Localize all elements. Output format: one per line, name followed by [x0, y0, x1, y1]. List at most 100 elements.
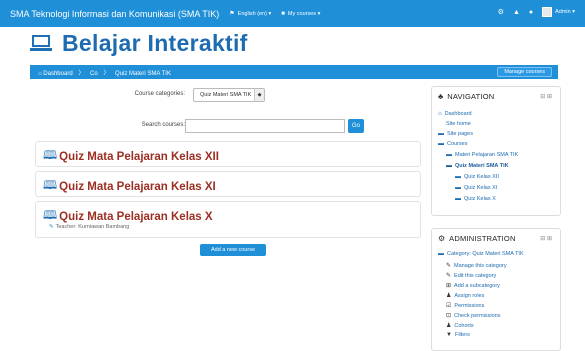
teacher-name[interactable]: Teacher: Kurniawan Bambang: [56, 224, 130, 230]
nav-item-label: Quiz Kelas XII: [464, 174, 499, 180]
nav-item-courses[interactable]: ▬ Courses: [438, 141, 467, 147]
breadcrumb-separator: 〉: [103, 71, 110, 77]
block-controls[interactable]: ⊟ ⊞: [540, 235, 552, 242]
home-icon: ⌂: [38, 71, 42, 77]
admin-item-permissions[interactable]: ☑ Permissions: [446, 302, 485, 310]
breadcrumb: ⌂ Dashboard 〉 Co 〉 Quiz Materi SMA TIK: [38, 68, 171, 77]
nav-item-label: Materi Pelajaran SMA TIK: [455, 152, 519, 158]
nav-item-site-pages[interactable]: ▬ Site pages: [438, 131, 473, 137]
navigation-heading: ♣ NAVIGATION: [438, 92, 494, 101]
search-row: Search courses: Go: [35, 119, 425, 133]
nav-item-label: Site pages: [447, 131, 473, 137]
book-icon: 🕮: [43, 178, 58, 192]
book-icon: 🕮: [43, 148, 58, 162]
category-title[interactable]: Quiz Mata Pelajaran Kelas XII: [59, 151, 219, 163]
folder-icon: ▬: [455, 174, 461, 180]
administration-heading: ⚙ ADMINISTRATION: [438, 234, 516, 243]
nav-item-label: Site home: [446, 121, 471, 127]
category-title[interactable]: Quiz Mata Pelajaran Kelas XI: [59, 181, 216, 193]
nav-item-dashboard[interactable]: ⌂ Dashboard: [438, 111, 472, 117]
admin-item-assign-roles[interactable]: ♟ Assign roles: [446, 292, 484, 300]
category-select[interactable]: Quiz Materi SMA TIK ◆: [193, 88, 265, 102]
admin-item-add-subcategory[interactable]: ⊞ Add a subcategory: [446, 282, 500, 290]
search-input[interactable]: [185, 119, 345, 133]
folder-icon: ▬: [455, 196, 461, 202]
admin-item-edit[interactable]: ✎ Edit this category: [446, 272, 497, 280]
language-label: English (en) ▾: [237, 10, 272, 17]
category-box: 🕮 Quiz Mata Pelajaran Kelas XI: [35, 171, 421, 197]
admin-item-manage[interactable]: ✎ Manage this category: [446, 262, 507, 270]
nav-item-quiz-materi[interactable]: ▬ Quiz Materi SMA TIK: [446, 163, 509, 169]
page-header: Belajar Interaktif: [30, 27, 248, 59]
folder-icon: ▬: [446, 152, 452, 158]
plus-square-icon: ⊞: [446, 283, 452, 289]
bell-icon[interactable]: ▲: [513, 9, 520, 16]
teacher-info: ✎ Teacher: Kurniawan Bambang: [49, 224, 129, 230]
block-controls[interactable]: ⊟ ⊞: [540, 93, 552, 100]
language-menu[interactable]: ⚑ English (en) ▾: [229, 10, 272, 18]
breadcrumb-bar: ⌂ Dashboard 〉 Co 〉 Quiz Materi SMA TIK M…: [30, 65, 558, 79]
category-heading[interactable]: 🕮 Quiz Mata Pelajaran Kelas XII: [43, 146, 219, 167]
user-menu[interactable]: Admin ▾: [542, 7, 575, 17]
nav-item-label: Quiz Materi SMA TIK: [455, 163, 509, 169]
folder-icon: ▬: [438, 251, 444, 257]
users-icon: ♟: [446, 323, 452, 329]
nav-item-quiz-xii[interactable]: ▬ Quiz Kelas XII: [455, 174, 499, 180]
admin-item-label: Cohorts: [454, 322, 474, 329]
sitemap-icon: ♣: [438, 92, 444, 101]
go-button[interactable]: Go: [348, 119, 364, 133]
administration-block: ⚙ ADMINISTRATION ⊟ ⊞ ▬ Category: Quiz Mat…: [431, 228, 561, 351]
user-name: Admin ▾: [555, 9, 575, 15]
my-courses-label: My courses ▾: [287, 10, 321, 17]
admin-item-label: Add a subcategory: [454, 282, 500, 289]
laptop-icon: [30, 35, 52, 51]
nav-item-quiz-xi[interactable]: ▬ Quiz Kelas XI: [455, 185, 497, 191]
administration-title: ADMINISTRATION: [449, 234, 516, 243]
nav-item-site-home[interactable]: Site home: [446, 121, 471, 127]
admin-item-filters[interactable]: ▼ Filters: [446, 332, 470, 338]
nav-item-materi[interactable]: ▬ Materi Pelajaran SMA TIK: [446, 152, 518, 158]
edit-icon: ☑: [446, 303, 452, 309]
nav-item-label: Dashboard: [444, 111, 472, 117]
avatar: [542, 7, 553, 17]
main-content: Course categories: Quiz Materi SMA TIK ◆…: [35, 88, 425, 258]
search-label: Search courses:: [141, 122, 185, 128]
category-heading[interactable]: 🕮 Quiz Mata Pelajaran Kelas XI: [43, 176, 216, 197]
briefcase-icon: ■: [281, 10, 285, 17]
breadcrumb-courses[interactable]: Co: [90, 71, 98, 77]
admin-item-label: Category: Quiz Materi SMA TIK: [447, 251, 524, 257]
add-course-button[interactable]: Add a new course: [200, 244, 266, 256]
users-icon: ♟: [446, 293, 452, 299]
filter-icon: ▼: [446, 332, 452, 338]
site-name-link[interactable]: SMA Teknologi Informasi dan Komunikasi (…: [10, 9, 219, 19]
category-select-label: Course categories:: [134, 91, 185, 97]
pencil-icon: ✎: [446, 263, 452, 269]
folder-icon: ▬: [455, 185, 461, 191]
admin-item-label: Edit this category: [454, 272, 497, 279]
gear-icon[interactable]: ⚙: [498, 8, 504, 16]
admin-item-category[interactable]: ▬ Category: Quiz Materi SMA TIK: [438, 251, 524, 257]
gears-icon: ⚙: [438, 234, 446, 243]
category-select-row: Course categories: Quiz Materi SMA TIK ◆: [35, 88, 425, 102]
chevron-down-icon: ◆: [254, 89, 264, 101]
category-title[interactable]: Quiz Mata Pelajaran Kelas X: [59, 211, 212, 223]
user-icon: ✎: [49, 224, 54, 230]
admin-item-cohorts[interactable]: ♟ Cohorts: [446, 322, 474, 330]
manage-courses-button[interactable]: Manage courses: [497, 67, 552, 77]
admin-item-label: Permissions: [454, 302, 485, 309]
unlock-icon: ⊡: [446, 313, 452, 319]
page-title[interactable]: Belajar Interaktif: [62, 30, 248, 57]
breadcrumb-dashboard[interactable]: Dashboard: [43, 71, 72, 77]
chat-icon[interactable]: ●: [529, 9, 533, 16]
admin-item-label: Check permissions: [454, 312, 501, 319]
breadcrumb-current[interactable]: Quiz Materi SMA TIK: [115, 71, 171, 77]
folder-icon: ▬: [438, 131, 444, 137]
nav-item-label: Courses: [447, 141, 468, 147]
top-navbar: SMA Teknologi Informasi dan Komunikasi (…: [0, 0, 585, 27]
home-icon: ⌂: [438, 111, 442, 117]
nav-item-label: Quiz Kelas XI: [464, 185, 498, 191]
nav-item-label: Quiz Kelas X: [464, 196, 496, 202]
nav-item-quiz-x[interactable]: ▬ Quiz Kelas X: [455, 196, 496, 202]
admin-item-check-permissions[interactable]: ⊡ Check permissions: [446, 312, 501, 320]
my-courses-menu[interactable]: ■ My courses ▾: [281, 11, 320, 17]
